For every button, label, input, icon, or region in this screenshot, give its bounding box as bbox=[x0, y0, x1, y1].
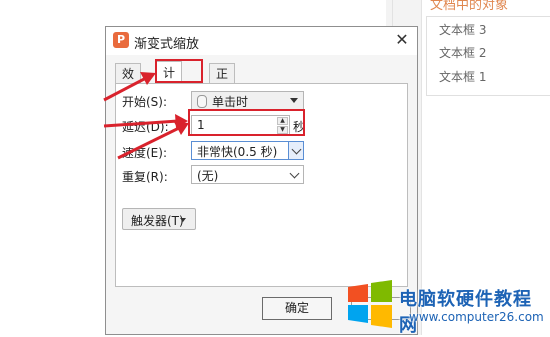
watermark-url: www.computer26.com bbox=[409, 310, 544, 324]
windows-logo-icon bbox=[348, 280, 392, 328]
arrow-to-timing-tab bbox=[103, 75, 149, 102]
arrow-to-delay bbox=[103, 119, 179, 128]
arrow-to-delay bbox=[117, 125, 182, 160]
